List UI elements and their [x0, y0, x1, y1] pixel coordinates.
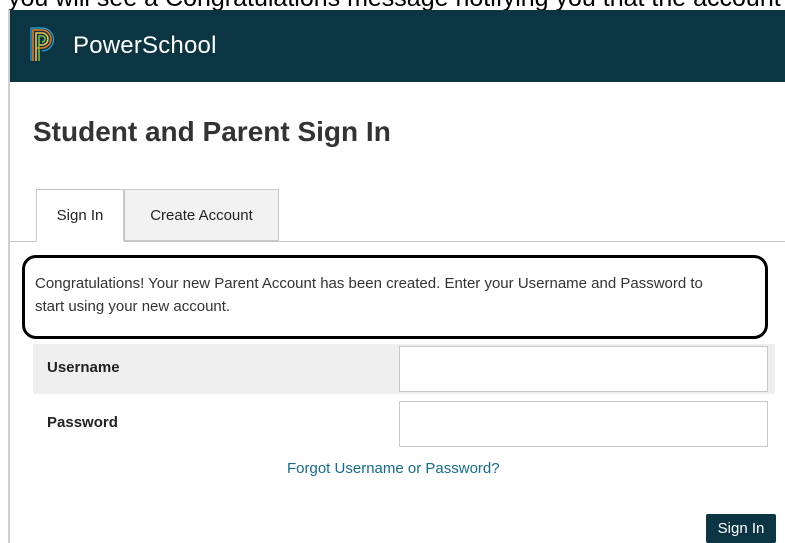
page-title: Student and Parent Sign In	[33, 116, 391, 147]
tab-divider	[10, 241, 785, 242]
success-message-box: Congratulations! Your new Parent Account…	[22, 255, 768, 339]
tab-label: Sign In	[56, 207, 104, 224]
username-input[interactable]	[399, 346, 768, 392]
tab-label: Create Account	[150, 206, 253, 224]
forgot-credentials-link[interactable]: Forgot Username or Password?	[287, 460, 500, 477]
username-row: Username	[33, 344, 775, 394]
left-border	[8, 10, 10, 543]
password-input[interactable]	[399, 401, 768, 447]
username-label: Username	[47, 359, 120, 376]
password-row: Password	[33, 399, 775, 449]
sign-in-button[interactable]: Sign In	[706, 514, 776, 543]
auth-tabs: Sign In Create Account	[10, 189, 785, 242]
brand-name: PowerSchool	[73, 32, 217, 59]
tab-sign-in[interactable]: Sign In	[36, 189, 124, 242]
tab-create-account[interactable]: Create Account	[124, 189, 279, 241]
powerschool-logo-icon	[30, 27, 56, 63]
password-label: Password	[47, 414, 118, 431]
page: you will see a Congratulations message n…	[0, 0, 785, 543]
success-message-text: Congratulations! Your new Parent Account…	[35, 275, 703, 315]
cropped-instruction-text: you will see a Congratulations message n…	[0, 0, 785, 10]
app-header: PowerSchool	[10, 10, 785, 82]
